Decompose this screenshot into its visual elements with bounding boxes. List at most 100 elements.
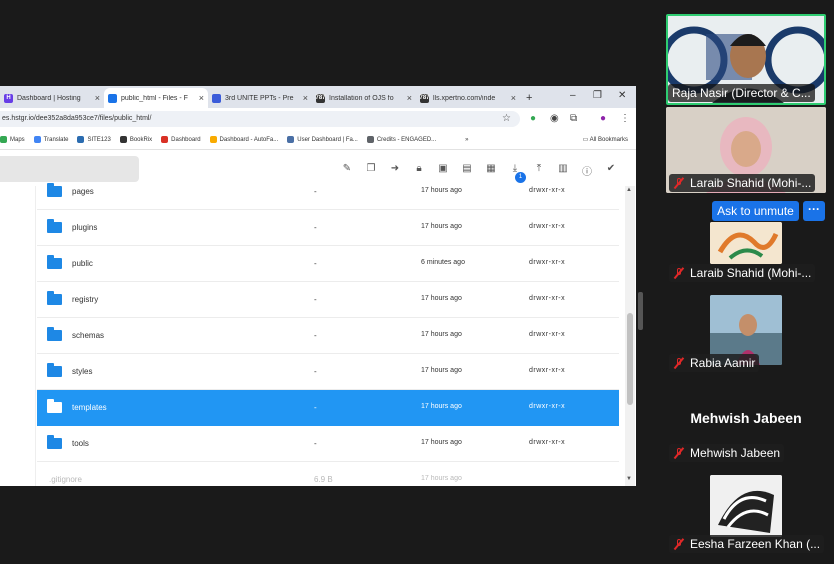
folder-icon xyxy=(47,183,62,197)
menu-kebab-icon[interactable]: ⋮ xyxy=(620,113,630,124)
extension-icon-2[interactable]: ◉ xyxy=(550,113,559,124)
lock-icon[interactable]: 🔒︎ xyxy=(413,163,425,174)
file-row-templates[interactable]: templates - 17 hours ago drwxr-xr-x xyxy=(37,390,619,426)
file-name: schemas xyxy=(72,331,105,340)
unarchive-icon[interactable]: ▤ xyxy=(461,163,473,174)
browser-tab[interactable]: 787 Installation of OJS fo × xyxy=(312,88,416,108)
participant-avatar-eesha[interactable] xyxy=(710,475,782,537)
tab-label: Dashboard | Hosting xyxy=(17,94,81,102)
file-row-public[interactable]: public - 6 minutes ago drwxr-xr-x xyxy=(37,246,619,282)
star-icon[interactable]: ☆ xyxy=(502,113,511,124)
file-size: - xyxy=(314,367,317,376)
browser-tab[interactable]: H Dashboard | Hosting × xyxy=(0,88,104,108)
grid-view-icon[interactable]: ▦ xyxy=(485,163,497,174)
maximize-icon[interactable]: ❐ xyxy=(593,90,602,101)
bookmark-item[interactable]: BookRix xyxy=(119,136,152,143)
file-row-partial[interactable]: .gitignore 6.9 B 17 hours ago xyxy=(37,462,619,486)
bookmark-favicon-icon xyxy=(366,136,374,143)
file-modified: 17 hours ago xyxy=(421,187,462,194)
browser-tab[interactable]: 3rd UNITE PPTs - Pre × xyxy=(208,88,312,108)
copy-icon[interactable]: ❐ xyxy=(365,163,377,174)
scroll-up-icon[interactable]: ▲ xyxy=(626,187,632,193)
tab-favicon-icon xyxy=(108,93,117,103)
file-modified: 17 hours ago xyxy=(421,367,462,374)
file-name: plugins xyxy=(72,223,98,232)
file-modified: 6 minutes ago xyxy=(421,259,465,266)
file-row-tools[interactable]: tools - 17 hours ago drwxr-xr-x xyxy=(37,426,619,462)
browser-tab-bar: H Dashboard | Hosting × public_html - Files… xyxy=(0,86,636,108)
new-tab-button[interactable]: + xyxy=(520,88,538,108)
file-permissions: drwxr-xr-x xyxy=(529,439,566,446)
scroll-thumb[interactable] xyxy=(627,313,633,405)
bookmark-item[interactable]: Dashboard xyxy=(161,136,201,143)
file-permissions: drwxr-xr-x xyxy=(529,187,566,194)
file-row-styles[interactable]: styles - 17 hours ago drwxr-xr-x xyxy=(37,354,619,390)
folder-icon xyxy=(47,291,62,305)
scroll-down-icon[interactable]: ▼ xyxy=(626,476,632,482)
extension-icon[interactable]: ● xyxy=(530,113,536,124)
bookmark-favicon-icon xyxy=(77,136,85,143)
move-icon[interactable]: ➜ xyxy=(389,163,401,174)
profile-avatar-icon[interactable]: ● xyxy=(600,113,606,124)
extensions-puzzle-icon[interactable]: ⧉ xyxy=(570,113,577,124)
bookmark-item[interactable]: Maps xyxy=(0,136,25,143)
bookmark-item[interactable]: Credits - ENGAGED... xyxy=(366,136,436,143)
file-permissions: drwxr-xr-x xyxy=(529,223,566,230)
tab-favicon-icon: H xyxy=(4,93,13,103)
folder-icon xyxy=(47,255,62,269)
file-manager-sidebar xyxy=(0,186,36,486)
all-bookmarks-button[interactable]: ▭ All Bookmarks xyxy=(583,136,628,143)
participant-placeholder-mehwish[interactable]: Mehwish Jabeen xyxy=(666,410,826,426)
file-size: - xyxy=(314,259,317,268)
bookmark-item[interactable]: SITE123 xyxy=(77,136,111,143)
participant-name-laraib: Laraib Shahid (Mohi-... xyxy=(669,174,816,192)
chart-icon[interactable]: ▥ xyxy=(557,163,569,174)
edit-icon[interactable]: ✎ xyxy=(341,163,353,174)
folder-icon xyxy=(47,327,62,341)
bookmark-favicon-icon xyxy=(161,136,169,143)
bookmark-label: Dashboard - AutoFa... xyxy=(219,136,279,143)
more-options-button[interactable]: ··· xyxy=(803,201,825,221)
file-name: .gitignore xyxy=(49,475,82,484)
tab-close-icon[interactable]: × xyxy=(303,93,308,103)
bookmarks-overflow-button[interactable]: » xyxy=(465,137,468,143)
browser-tab[interactable]: 787 lls.xpertno.com/inde × xyxy=(416,88,520,108)
file-name: registry xyxy=(72,295,99,304)
address-bar: es.hstgr.io/dee352a8da953ce7/files/publi… xyxy=(0,108,636,130)
file-row-registry[interactable]: registry - 17 hours ago drwxr-xr-x xyxy=(37,282,619,318)
bookmark-label: User Dashboard | Fa... xyxy=(297,136,358,143)
minimize-icon[interactable]: – xyxy=(570,90,576,101)
participant-avatar-laraib-2[interactable] xyxy=(710,222,782,264)
file-row-pages[interactable]: pages - 17 hours ago drwxr-xr-x xyxy=(37,174,619,210)
panel-splitter-handle[interactable] xyxy=(638,292,643,330)
laraib-avatar-image xyxy=(710,222,782,264)
file-name: public xyxy=(72,259,93,268)
file-name: templates xyxy=(72,403,107,412)
check-icon[interactable]: ✔ xyxy=(605,163,617,174)
rabia-name-text: Rabia Aamir xyxy=(690,356,756,370)
tab-close-icon[interactable]: × xyxy=(199,93,204,103)
tab-close-icon[interactable]: × xyxy=(511,93,516,103)
bookmarks-bar: Maps Translate SITE123 BookRix Dashboard Dash… xyxy=(0,130,636,150)
file-row-schemas[interactable]: schemas - 17 hours ago drwxr-xr-x xyxy=(37,318,619,354)
file-row-plugins[interactable]: plugins - 17 hours ago drwxr-xr-x xyxy=(37,210,619,246)
close-window-icon[interactable]: ✕ xyxy=(618,90,626,101)
folder-icon xyxy=(47,219,62,233)
scrollbar[interactable]: ▲ ▼ xyxy=(625,186,635,486)
tab-close-icon[interactable]: × xyxy=(95,93,100,103)
browser-tab[interactable]: public_html - Files - F × xyxy=(104,88,208,108)
tab-close-icon[interactable]: × xyxy=(407,93,412,103)
file-size: - xyxy=(314,223,317,232)
host-name-text: Raja Nasir (Director & C... xyxy=(672,86,811,100)
bookmark-item[interactable]: User Dashboard | Fa... xyxy=(287,136,358,143)
ask-to-unmute-button[interactable]: Ask to unmute xyxy=(712,201,799,221)
bookmark-item[interactable]: Dashboard - AutoFa... xyxy=(209,136,279,143)
participant-name-eesha: Eesha Farzeen Khan (... xyxy=(669,535,825,553)
mic-muted-icon-5 xyxy=(673,538,685,550)
upload-icon[interactable]: ⤒ xyxy=(533,163,545,174)
file-size: - xyxy=(314,439,317,448)
archive-icon[interactable]: ▣ xyxy=(437,163,449,174)
url-field[interactable]: es.hstgr.io/dee352a8da953ce7/files/publi… xyxy=(0,111,520,127)
bookmark-item[interactable]: Translate xyxy=(33,136,68,143)
file-permissions: drwxr-xr-x xyxy=(529,331,566,338)
